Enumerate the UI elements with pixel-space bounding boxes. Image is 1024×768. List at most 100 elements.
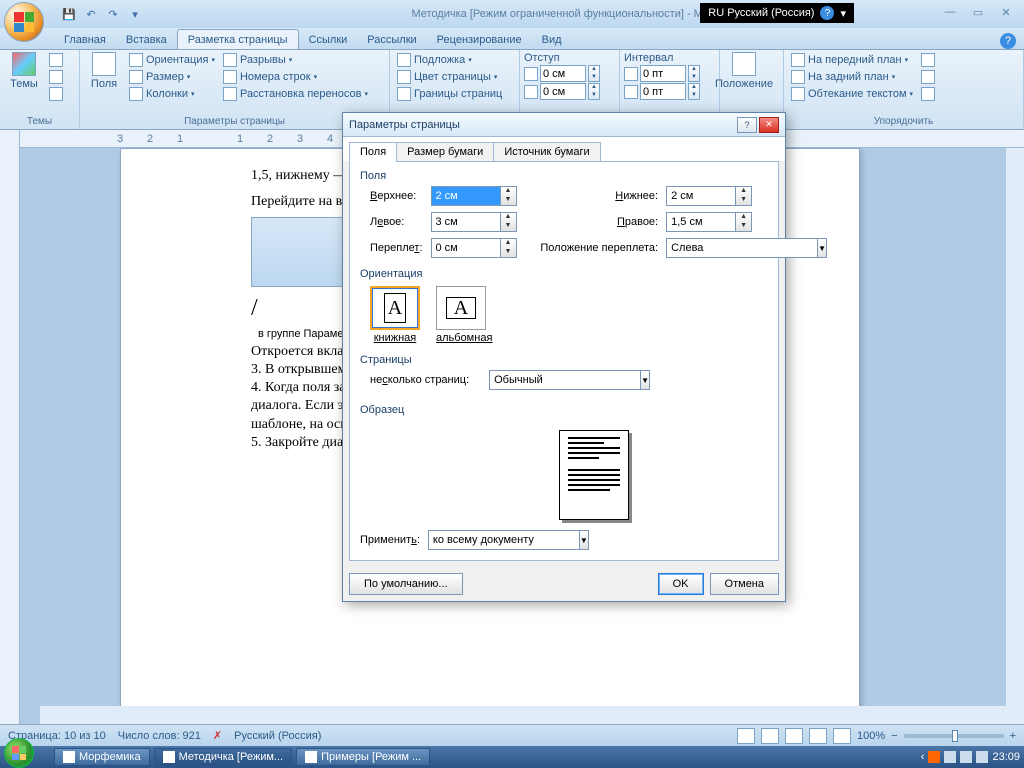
size-button[interactable]: Размер▾ xyxy=(126,69,218,85)
qat-redo-icon[interactable]: ↷ xyxy=(104,5,122,23)
dialog-close-button[interactable]: ✕ xyxy=(759,117,779,133)
watermark-icon xyxy=(397,53,411,67)
right-margin-input[interactable]: ▲▼ xyxy=(666,212,768,232)
group-arrange-label: Упорядочить xyxy=(788,115,1019,129)
gutter-input[interactable]: ▲▼ xyxy=(431,238,533,258)
view-outline[interactable] xyxy=(809,728,827,744)
theme-colors-button[interactable] xyxy=(46,52,66,68)
app-icon xyxy=(63,751,75,763)
send-back-button[interactable]: На задний план▾ xyxy=(788,69,916,85)
ribbon-help-icon[interactable]: ? xyxy=(1000,33,1016,49)
indent-right-spinner[interactable]: ▲▼ xyxy=(524,83,615,100)
theme-fonts-button[interactable] xyxy=(46,69,66,85)
taskbar-app-3[interactable]: Примеры [Режим ... xyxy=(296,748,430,766)
bottom-margin-label: Нижнее: xyxy=(540,190,658,202)
minimize-button[interactable]: — xyxy=(938,4,962,20)
qat-more-icon[interactable]: ▾ xyxy=(126,5,144,23)
bottom-margin-input[interactable]: ▲▼ xyxy=(666,186,768,206)
page-borders-button[interactable]: Границы страниц xyxy=(394,86,505,102)
indent-left-spinner[interactable]: ▲▼ xyxy=(524,65,615,82)
multi-pages-combo[interactable]: ▼ xyxy=(489,370,619,390)
tab-review[interactable]: Рецензирование xyxy=(427,30,532,49)
vertical-ruler[interactable] xyxy=(0,130,20,724)
left-margin-label: Левое: xyxy=(370,216,423,228)
align-icon xyxy=(921,53,935,67)
columns-button[interactable]: Колонки▾ xyxy=(126,86,218,102)
start-button[interactable] xyxy=(4,738,34,768)
align-button[interactable] xyxy=(918,52,938,68)
status-language[interactable]: Русский (Россия) xyxy=(234,730,321,742)
dialog-help-button[interactable]: ? xyxy=(737,117,757,133)
tray-clock[interactable]: 23:09 xyxy=(992,751,1020,763)
maximize-button[interactable]: ▭ xyxy=(966,4,990,20)
lang-help-icon[interactable]: ? xyxy=(820,6,834,20)
close-window-button[interactable]: ✕ xyxy=(994,4,1018,20)
apply-to-combo[interactable]: ▼ xyxy=(428,530,558,550)
default-button[interactable]: По умолчанию... xyxy=(349,573,463,595)
status-words[interactable]: Число слов: 921 xyxy=(118,730,201,742)
spacing-before-spinner[interactable]: ▲▼ xyxy=(624,65,715,82)
orientation-landscape[interactable]: A альбомная xyxy=(436,286,492,344)
group-button[interactable] xyxy=(918,69,938,85)
text-wrap-button[interactable]: Обтекание текстом▾ xyxy=(788,86,916,102)
taskbar-app-2[interactable]: Методичка [Режим... xyxy=(154,748,293,766)
status-proofing-icon[interactable]: ✗ xyxy=(213,729,222,742)
left-margin-input[interactable]: ▲▼ xyxy=(431,212,533,232)
dialog-tab-layout[interactable]: Источник бумаги xyxy=(493,142,600,162)
themes-button[interactable]: Темы xyxy=(4,52,44,115)
tab-home[interactable]: Главная xyxy=(54,30,116,49)
theme-effects-button[interactable] xyxy=(46,86,66,102)
tab-view[interactable]: Вид xyxy=(532,30,572,49)
qat-save-icon[interactable]: 💾 xyxy=(60,5,78,23)
dialog-tab-margins[interactable]: Поля xyxy=(349,142,397,162)
page-color-button[interactable]: Цвет страницы▾ xyxy=(394,69,505,85)
fonts-icon xyxy=(49,70,63,84)
top-margin-input[interactable]: ▲▼ xyxy=(431,186,533,206)
qat-undo-icon[interactable]: ↶ xyxy=(82,5,100,23)
tab-references[interactable]: Ссылки xyxy=(299,30,358,49)
bring-front-button[interactable]: На передний план▾ xyxy=(788,52,916,68)
line-numbers-button[interactable]: Номера строк▾ xyxy=(220,69,371,85)
orientation-portrait[interactable]: A книжная xyxy=(370,286,420,344)
fieldset-pages-label: Страницы xyxy=(360,354,768,366)
office-button[interactable] xyxy=(4,2,44,42)
tray-icon[interactable] xyxy=(960,751,972,763)
tray-icon[interactable] xyxy=(928,751,940,763)
gutter-pos-combo[interactable]: ▼ xyxy=(666,238,754,258)
tab-mailings[interactable]: Рассылки xyxy=(357,30,426,49)
rotate-button[interactable] xyxy=(918,86,938,102)
text-wrap-icon xyxy=(791,87,805,101)
zoom-in-button[interactable]: + xyxy=(1010,730,1016,742)
indent-title: Отступ xyxy=(524,52,615,64)
hyphenation-button[interactable]: Расстановка переносов▾ xyxy=(220,86,371,102)
view-print-layout[interactable] xyxy=(737,728,755,744)
tray-icon[interactable] xyxy=(944,751,956,763)
tab-page-layout[interactable]: Разметка страницы xyxy=(177,29,299,49)
dialog-tab-paper[interactable]: Размер бумаги xyxy=(396,142,494,162)
vertical-scrollbar[interactable] xyxy=(1006,148,1024,724)
page-setup-dialog: Параметры страницы ? ✕ Поля Размер бумаг… xyxy=(342,112,786,602)
margins-button[interactable]: Поля xyxy=(84,52,124,115)
ok-button[interactable]: OK xyxy=(658,573,704,595)
zoom-out-button[interactable]: − xyxy=(891,730,897,742)
zoom-level[interactable]: 100% xyxy=(857,730,885,742)
breaks-button[interactable]: Разрывы▾ xyxy=(220,52,371,68)
tray-volume-icon[interactable] xyxy=(976,751,988,763)
fieldset-margins-label: Поля xyxy=(360,170,768,182)
view-draft[interactable] xyxy=(833,728,851,744)
zoom-slider[interactable] xyxy=(904,734,1004,738)
language-indicator[interactable]: RU Русский (Россия) ?▾ xyxy=(700,3,854,23)
orientation-button[interactable]: Ориентация▾ xyxy=(126,52,218,68)
view-full-screen[interactable] xyxy=(761,728,779,744)
spacing-after-spinner[interactable]: ▲▼ xyxy=(624,83,715,100)
watermark-button[interactable]: Подложка▾ xyxy=(394,52,505,68)
taskbar-app-1[interactable]: Морфемика xyxy=(54,748,150,766)
group-themes-label: Темы xyxy=(4,115,75,129)
group-page-setup-label: Параметры страницы xyxy=(84,115,385,129)
tab-insert[interactable]: Вставка xyxy=(116,30,177,49)
cancel-button[interactable]: Отмена xyxy=(710,573,779,595)
horizontal-scrollbar[interactable] xyxy=(40,706,1006,724)
tray-expand-icon[interactable]: ‹ xyxy=(921,751,925,763)
gutter-pos-label: Положение переплета: xyxy=(540,242,658,254)
view-web-layout[interactable] xyxy=(785,728,803,744)
